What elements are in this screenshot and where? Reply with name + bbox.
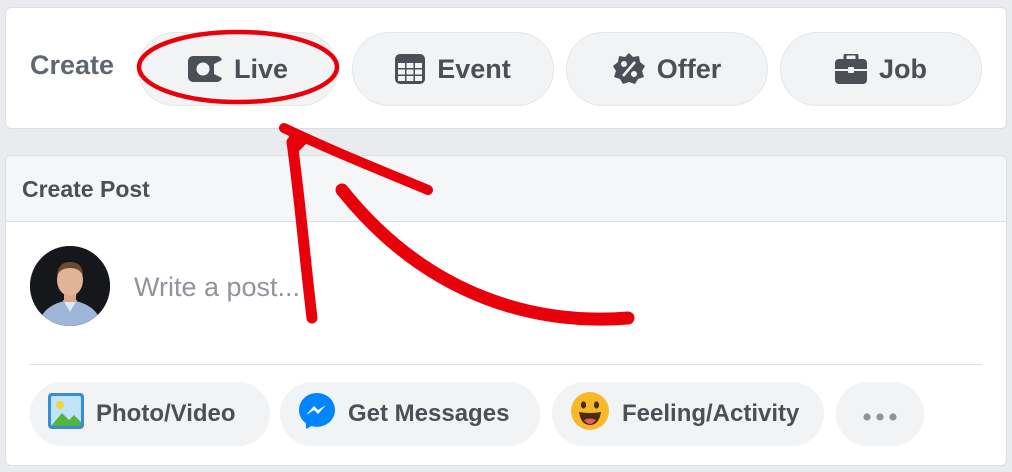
avatar[interactable] — [30, 246, 110, 326]
divider — [30, 364, 982, 365]
arrow-tip — [284, 128, 312, 152]
event-button-label: Event — [437, 53, 511, 84]
create-post-title: Create Post — [22, 176, 150, 202]
photo-video-button[interactable]: Photo/Video — [30, 382, 270, 446]
photo-video-label: Photo/Video — [96, 400, 236, 427]
job-button[interactable]: Job — [780, 32, 982, 106]
get-messages-button[interactable]: Get Messages — [280, 382, 540, 446]
offer-button-label: Offer — [656, 53, 722, 84]
video-camera-icon — [187, 56, 222, 82]
create-post-card: Create Post Write a post... Photo/Video — [5, 155, 1007, 466]
offer-button[interactable]: Offer — [566, 32, 768, 106]
more-dots-icon — [863, 400, 897, 428]
create-post-header: Create Post — [6, 156, 1006, 222]
more-options-button[interactable] — [836, 382, 924, 446]
briefcase-icon — [834, 54, 867, 84]
get-messages-label: Get Messages — [348, 400, 510, 427]
calendar-icon — [395, 54, 426, 84]
percent-badge-icon — [612, 53, 645, 85]
photo-icon — [48, 392, 84, 436]
feeling-activity-label: Feeling/Activity — [622, 400, 800, 427]
feeling-activity-button[interactable]: Feeling/Activity — [552, 382, 824, 446]
live-button-label: Live — [233, 53, 289, 84]
create-card: Create Live Event Offer Job — [5, 7, 1007, 129]
messenger-icon — [298, 392, 336, 437]
smiley-icon — [570, 391, 610, 438]
event-button[interactable]: Event — [352, 32, 554, 106]
create-label: Create — [30, 50, 115, 80]
write-post-input[interactable]: Write a post... — [134, 272, 300, 303]
live-button[interactable]: Live — [138, 32, 338, 106]
job-button-label: Job — [878, 53, 927, 84]
